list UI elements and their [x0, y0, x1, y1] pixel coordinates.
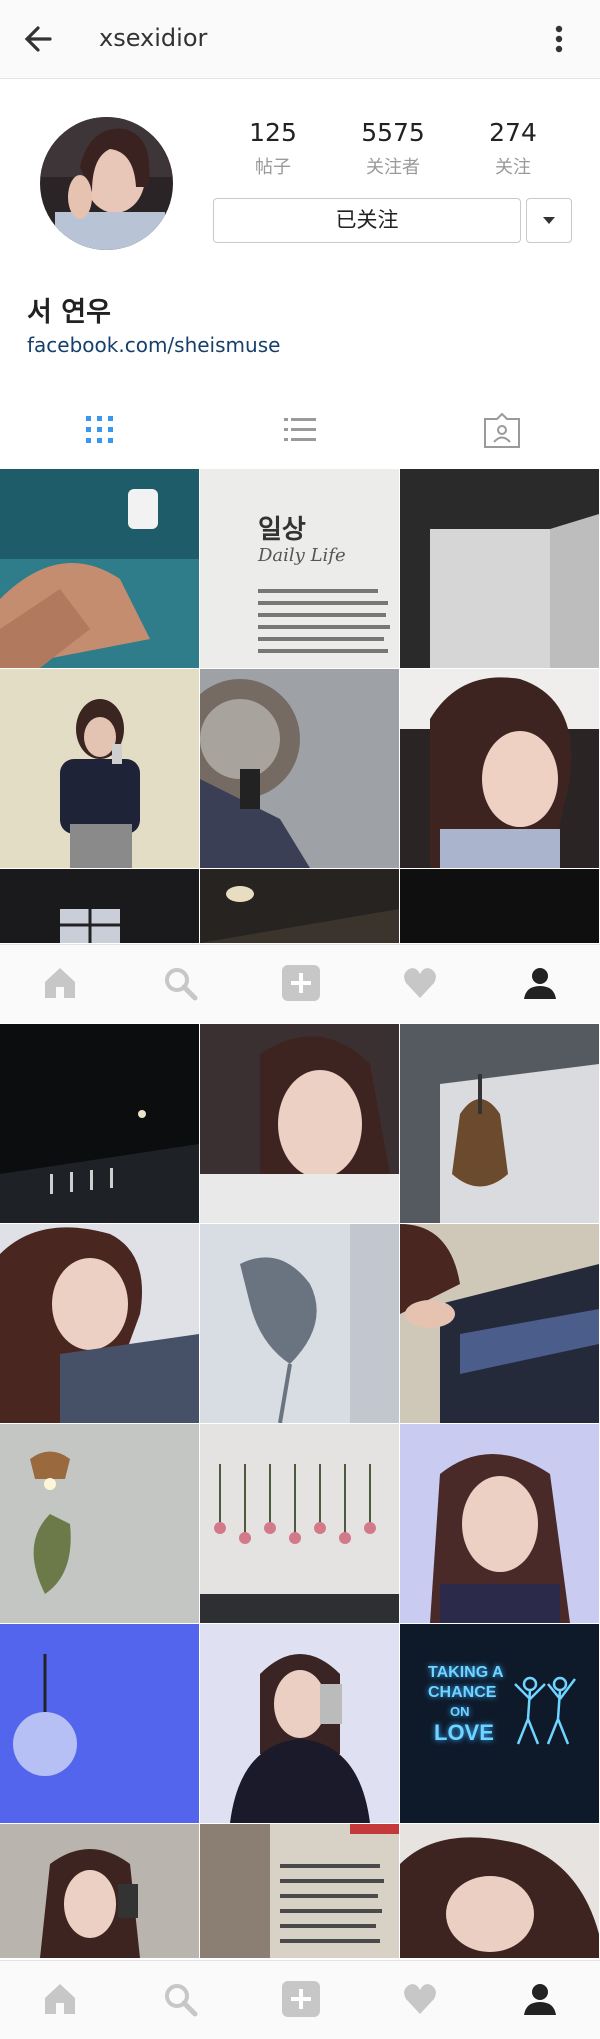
photo-thumbnail[interactable] [200, 1224, 399, 1423]
bottom-nav-bar-fixed [0, 1960, 600, 2039]
photo-thumbnail[interactable] [400, 1224, 599, 1423]
tab-list[interactable] [200, 395, 400, 467]
photo-thumbnail[interactable] [200, 1024, 399, 1223]
more-options-icon[interactable] [544, 19, 574, 59]
photo-thumbnail[interactable] [0, 1024, 199, 1223]
photo-thumbnail[interactable] [0, 1624, 199, 1823]
following-stat[interactable]: 274 关注 [458, 118, 568, 179]
tagged-icon [484, 413, 520, 448]
photo-thumbnail-neon-sign[interactable]: TAKING A CHANCE ON LOVE [400, 1624, 599, 1823]
photo-thumbnail[interactable] [200, 1424, 399, 1623]
list-icon [284, 418, 316, 441]
username-title: xsexidior [99, 24, 208, 52]
tab-tagged[interactable] [400, 395, 600, 467]
nav-activity[interactable] [360, 945, 480, 1023]
photo-thumbnail[interactable] [200, 869, 399, 943]
posts-stat[interactable]: 125 帖子 [218, 118, 328, 179]
bottom-nav-bar [0, 944, 600, 1023]
add-icon [282, 1981, 320, 2017]
display-name: 서 연우 [27, 297, 111, 328]
photo-thumbnail[interactable] [0, 1824, 199, 1958]
heart-icon [404, 968, 436, 998]
nav-search[interactable] [120, 945, 240, 1023]
profile-icon [524, 1984, 556, 2015]
photo-thumbnail[interactable] [400, 469, 599, 668]
caret-down-icon [543, 217, 555, 224]
search-icon [165, 1984, 198, 2017]
followers-stat[interactable]: 5575 关注者 [338, 118, 448, 179]
photo-thumbnail[interactable] [200, 669, 399, 868]
photo-thumbnail[interactable] [0, 1424, 199, 1623]
suggestions-dropdown-button[interactable] [526, 198, 572, 243]
home-icon [45, 968, 75, 998]
photo-thumbnail[interactable] [200, 1824, 399, 1958]
followers-label: 关注者 [366, 157, 420, 178]
search-icon [165, 968, 198, 1001]
following-button[interactable]: 已关注 [213, 198, 521, 243]
nav-search[interactable] [120, 1961, 240, 2039]
photo-thumbnail[interactable] [0, 869, 199, 943]
following-label: 关注 [495, 157, 531, 178]
home-icon [45, 1984, 75, 2014]
nav-add[interactable] [240, 1961, 360, 2039]
following-count: 274 [489, 118, 537, 147]
nav-activity[interactable] [360, 1961, 480, 2039]
avatar[interactable] [40, 117, 173, 250]
photo-thumbnail[interactable] [0, 469, 199, 668]
nav-profile[interactable] [480, 945, 600, 1023]
followers-count: 5575 [361, 118, 425, 147]
photo-thumbnail[interactable] [400, 669, 599, 868]
photo-thumbnail-daily-life[interactable]: 일상 Daily Life [200, 469, 399, 668]
nav-home[interactable] [0, 1961, 120, 2039]
nav-home[interactable] [0, 945, 120, 1023]
add-icon [282, 965, 320, 1001]
heart-icon [404, 1984, 436, 2014]
nav-add[interactable] [240, 945, 360, 1023]
posts-label: 帖子 [255, 157, 291, 178]
photo-thumbnail[interactable] [200, 1624, 399, 1823]
profile-link[interactable]: facebook.com/sheismuse [27, 333, 280, 357]
grid-icon [86, 416, 113, 443]
profile-icon [524, 968, 556, 999]
nav-profile[interactable] [480, 1961, 600, 2039]
tab-grid[interactable] [0, 395, 200, 467]
photo-thumbnail[interactable] [0, 669, 199, 868]
photo-grid-bottom: TAKING A CHANCE ON LOVE [0, 1024, 600, 1958]
photo-grid-top: 일상 Daily Life [0, 469, 600, 943]
photo-thumbnail[interactable] [400, 1024, 599, 1223]
profile-tabs [0, 395, 600, 467]
posts-count: 125 [249, 118, 297, 147]
photo-thumbnail[interactable] [400, 1824, 599, 1958]
photo-thumbnail[interactable] [0, 1224, 199, 1423]
top-bar: xsexidior [0, 0, 600, 79]
back-arrow-icon[interactable] [20, 19, 60, 59]
photo-thumbnail[interactable] [400, 1424, 599, 1623]
photo-thumbnail[interactable] [400, 869, 599, 943]
